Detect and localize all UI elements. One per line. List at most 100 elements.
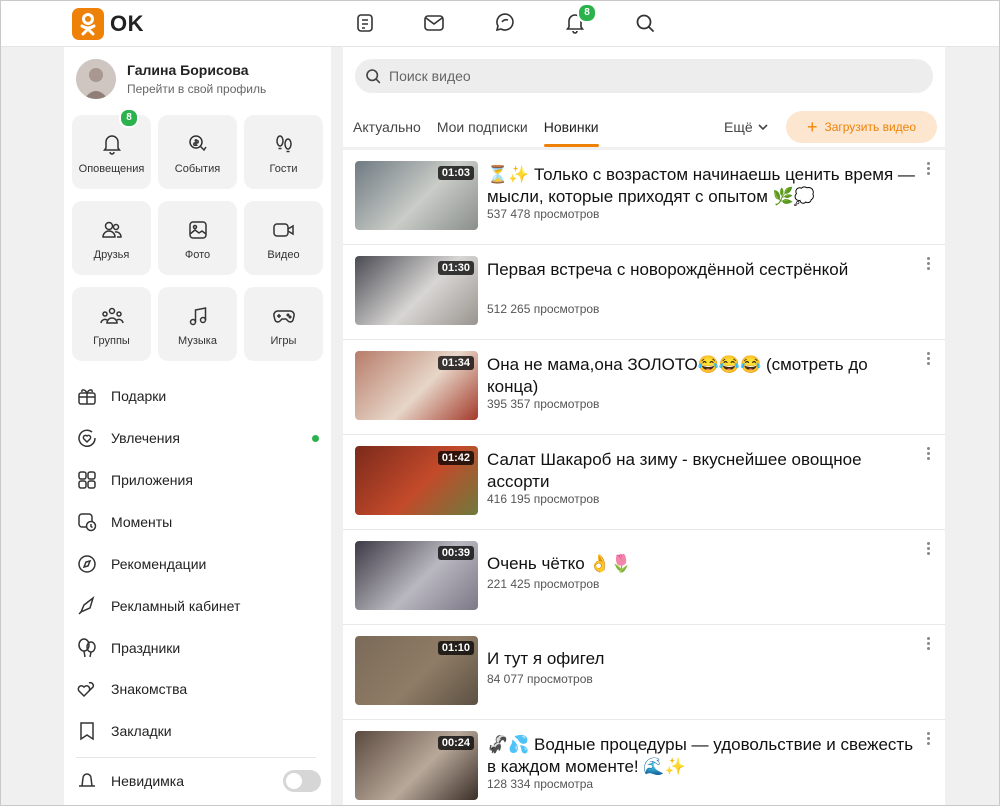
nav-holidays[interactable]: Праздники xyxy=(76,633,321,663)
sidebar-divider xyxy=(76,757,316,758)
heart-circle-icon xyxy=(78,429,96,447)
profile-name: Галина Борисова xyxy=(127,62,249,78)
video-thumbnail[interactable]: 01:03 xyxy=(355,161,478,230)
chevron-down-icon xyxy=(758,124,768,131)
upload-video-button[interactable]: + Загрузить видео xyxy=(786,111,937,143)
nav-label: Увлечения xyxy=(111,430,180,446)
video-thumbnail[interactable]: 01:30 xyxy=(355,256,478,325)
tile-notifications[interactable]: Оповещения 8 xyxy=(72,108,151,189)
tile-badge: 8 xyxy=(119,108,139,128)
left-sidebar: Галина Борисова Перейти в свой профиль О… xyxy=(64,47,331,806)
tile-friends[interactable]: Друзья xyxy=(72,201,151,275)
search-icon xyxy=(366,69,381,84)
nav-recommendations[interactable]: Рекомендации xyxy=(76,549,321,579)
video-item[interactable]: 01:30 Первая встреча с новорождённой сест… xyxy=(343,245,945,340)
more-options-icon[interactable] xyxy=(925,162,931,178)
search-box[interactable] xyxy=(355,59,933,93)
tile-video[interactable]: Видео xyxy=(244,201,323,275)
video-duration: 01:10 xyxy=(437,641,474,655)
video-item[interactable]: 01:10 И тут я офигел 84 077 просмотров xyxy=(343,625,945,720)
tile-guests[interactable]: Гости xyxy=(244,115,323,189)
invisible-toggle[interactable] xyxy=(283,770,321,792)
profile-link[interactable]: Галина Борисова Перейти в свой профиль xyxy=(76,59,266,99)
tile-label: Друзья xyxy=(93,249,130,261)
chat-icon[interactable] xyxy=(492,11,516,35)
top-bar: OK 8 xyxy=(0,0,1000,47)
plus-icon: + xyxy=(806,117,818,137)
nav-apps[interactable]: Приложения xyxy=(76,465,321,495)
video-title[interactable]: И тут я офигел xyxy=(487,648,917,670)
bell-icon xyxy=(102,135,121,155)
video-item[interactable]: 00:39 Очень чётко 👌🌷 221 425 просмотров xyxy=(343,530,945,625)
avatar xyxy=(76,59,116,99)
more-options-icon[interactable] xyxy=(925,257,931,273)
tab-subscriptions[interactable]: Мои подписки xyxy=(437,111,528,147)
nav-bookmarks[interactable]: Закладки xyxy=(76,716,321,746)
nav-label: Рекомендации xyxy=(111,556,207,572)
nav-dating[interactable]: Знакомства xyxy=(76,674,321,704)
video-list: 01:03 ⏳✨ Только с возрастом начинаешь цен… xyxy=(343,150,945,806)
video-title[interactable]: Первая встреча с новорождённой сестрёнко… xyxy=(487,259,917,281)
nav-gifts[interactable]: Подарки xyxy=(76,381,321,411)
tile-music[interactable]: Музыка xyxy=(158,287,237,361)
tab-new[interactable]: Новинки xyxy=(543,111,599,147)
search-input[interactable] xyxy=(389,68,909,84)
more-options-icon[interactable] xyxy=(925,732,931,748)
notes-icon[interactable] xyxy=(353,11,377,35)
video-thumbnail[interactable]: 01:42 xyxy=(355,446,478,515)
nav-hobbies[interactable]: Увлечения xyxy=(76,423,321,453)
invisible-mode[interactable]: Невидимка xyxy=(76,766,321,796)
tile-games[interactable]: Игры xyxy=(244,287,323,361)
upload-label: Загрузить видео xyxy=(824,120,917,134)
video-item[interactable]: 01:03 ⏳✨ Только с возрастом начинаешь цен… xyxy=(343,150,945,245)
tile-photos[interactable]: Фото xyxy=(158,201,237,275)
bell-icon[interactable]: 8 xyxy=(563,3,597,35)
mail-icon[interactable] xyxy=(422,11,446,35)
tile-events[interactable]: События xyxy=(158,115,237,189)
more-options-icon[interactable] xyxy=(925,352,931,368)
video-item[interactable]: 00:24 🦨💦 Водные процедуры — удовольствие … xyxy=(343,720,945,806)
search-icon[interactable] xyxy=(633,11,657,35)
music-note-icon xyxy=(189,307,206,326)
video-thumbnail[interactable]: 00:39 xyxy=(355,541,478,610)
tile-label: Видео xyxy=(267,249,300,261)
rocket-icon xyxy=(78,595,95,615)
video-views: 512 265 просмотров xyxy=(487,302,600,316)
tile-label: События xyxy=(174,163,221,175)
gamepad-icon xyxy=(272,310,295,323)
nav-moments[interactable]: Моменты xyxy=(76,507,321,537)
video-thumbnail[interactable]: 00:24 xyxy=(355,731,478,800)
video-title[interactable]: ⏳✨ Только с возрастом начинаешь ценить в… xyxy=(487,164,917,208)
more-options-icon[interactable] xyxy=(925,637,931,653)
tile-label: Оповещения xyxy=(78,163,145,175)
nav-ads-cabinet[interactable]: Рекламный кабинет xyxy=(76,591,321,621)
video-item[interactable]: 01:42 Салат Шакароб на зиму - вкуснейшее … xyxy=(343,435,945,530)
video-title[interactable]: Салат Шакароб на зиму - вкуснейшее овощн… xyxy=(487,449,917,493)
hat-icon xyxy=(79,773,95,787)
video-title[interactable]: Она не мама,она ЗОЛОТО😂😂😂 (смотреть до к… xyxy=(487,354,917,398)
nav-label: Невидимка xyxy=(111,773,184,789)
tile-label: Музыка xyxy=(178,335,217,347)
nav-label: Приложения xyxy=(111,472,193,488)
apps-grid-icon xyxy=(78,471,96,489)
more-options-icon[interactable] xyxy=(925,542,931,558)
video-thumbnail[interactable]: 01:10 xyxy=(355,636,478,705)
video-title[interactable]: 🦨💦 Водные процедуры — удовольствие и све… xyxy=(487,734,917,778)
tile-label: Гости xyxy=(269,163,298,175)
ok-logo[interactable]: OK xyxy=(72,8,144,40)
tile-groups[interactable]: Группы xyxy=(72,287,151,361)
video-thumbnail[interactable]: 01:34 xyxy=(355,351,478,420)
more-options-icon[interactable] xyxy=(925,447,931,463)
more-dropdown[interactable]: Ещё xyxy=(724,111,769,143)
logo-text: OK xyxy=(110,11,144,36)
nav-label: Рекламный кабинет xyxy=(111,598,241,614)
nav-label: Праздники xyxy=(111,640,181,656)
video-title[interactable]: Очень чётко 👌🌷 xyxy=(487,553,917,575)
video-views: 84 077 просмотров xyxy=(487,672,593,686)
video-views: 416 195 просмотров xyxy=(487,492,600,506)
tab-actual[interactable]: Актуально xyxy=(353,111,421,147)
bookmark-icon xyxy=(80,722,94,741)
video-views: 128 334 просмотра xyxy=(487,777,594,791)
compass-icon xyxy=(78,555,96,573)
video-item[interactable]: 01:34 Она не мама,она ЗОЛОТО😂😂😂 (смотреть… xyxy=(343,340,945,435)
